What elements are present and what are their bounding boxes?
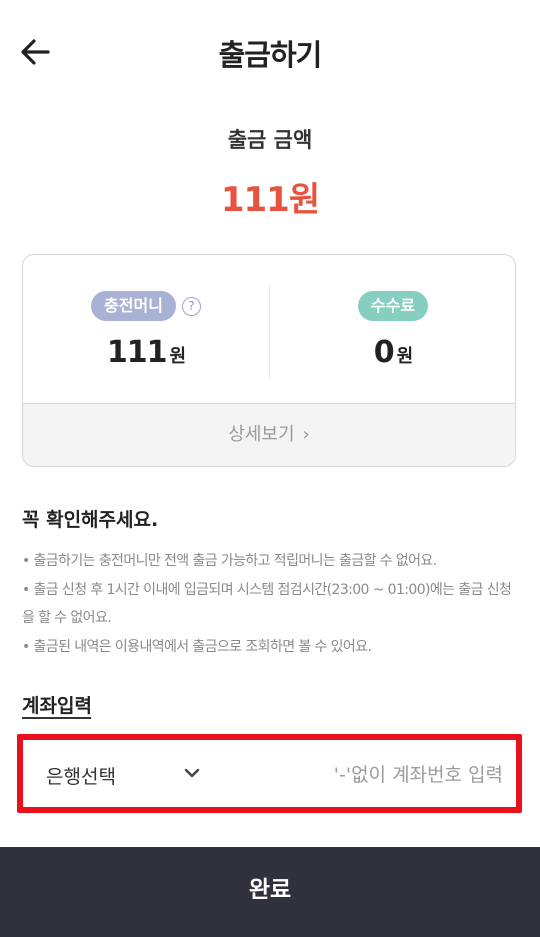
charge-money-column: 충전머니? 111 원 [23, 291, 269, 370]
header: 출금하기 [0, 0, 540, 104]
chevron-down-icon[interactable] [183, 766, 201, 780]
bank-select[interactable]: 은행선택 [46, 762, 116, 789]
notice-item: • 출금된 내역은 이용내역에서 출금으로 조회하면 볼 수 있어요. [22, 639, 372, 655]
charge-money-value: 111 [106, 335, 168, 370]
summary-card-top: 충전머니? 111 원 수수료 0원 [23, 255, 515, 405]
amount-value: 111원 [220, 180, 320, 220]
charge-money-unit: 원 [169, 346, 187, 367]
charge-money-amount: 111 원 [23, 335, 269, 370]
account-number-input[interactable] [253, 750, 505, 800]
submit-button[interactable]: 완료 [0, 847, 540, 937]
account-title-underline [22, 717, 91, 719]
detail-view-button[interactable]: 상세보기 › [23, 403, 515, 466]
account-section-title: 계좌입력 [22, 695, 92, 717]
charge-money-badge: 충전머니 [91, 291, 176, 321]
page-title: 출금하기 [218, 38, 323, 72]
detail-view-label: 상세보기 [228, 424, 295, 445]
chevron-right-icon: › [302, 424, 310, 445]
amount-label: 출금 금액 [227, 128, 313, 152]
notice-item: • 출금하기는 충전머니만 전액 출금 가능하고 적립머니는 출금할 수 없어요… [22, 553, 437, 569]
fee-value: 0 [373, 335, 395, 370]
fee-badge: 수수료 [357, 291, 429, 321]
help-icon[interactable]: ? [181, 296, 201, 316]
fee-column: 수수료 0원 [270, 291, 515, 370]
summary-card: 충전머니? 111 원 수수료 0원 상세보기 › [22, 254, 516, 467]
notice-list: • 출금하기는 충전머니만 전액 출금 가능하고 적립머니는 출금할 수 없어요… [22, 547, 518, 662]
fee-amount: 0원 [270, 335, 515, 370]
notice-title: 꼭 확인해주세요. [22, 509, 159, 531]
account-input-box: 은행선택 [17, 734, 522, 813]
fee-unit: 원 [396, 346, 414, 367]
notice-item: • 출금 신청 후 1시간 이내에 입금되며 시스템 점검시간(23:00 ~ … [22, 582, 512, 626]
